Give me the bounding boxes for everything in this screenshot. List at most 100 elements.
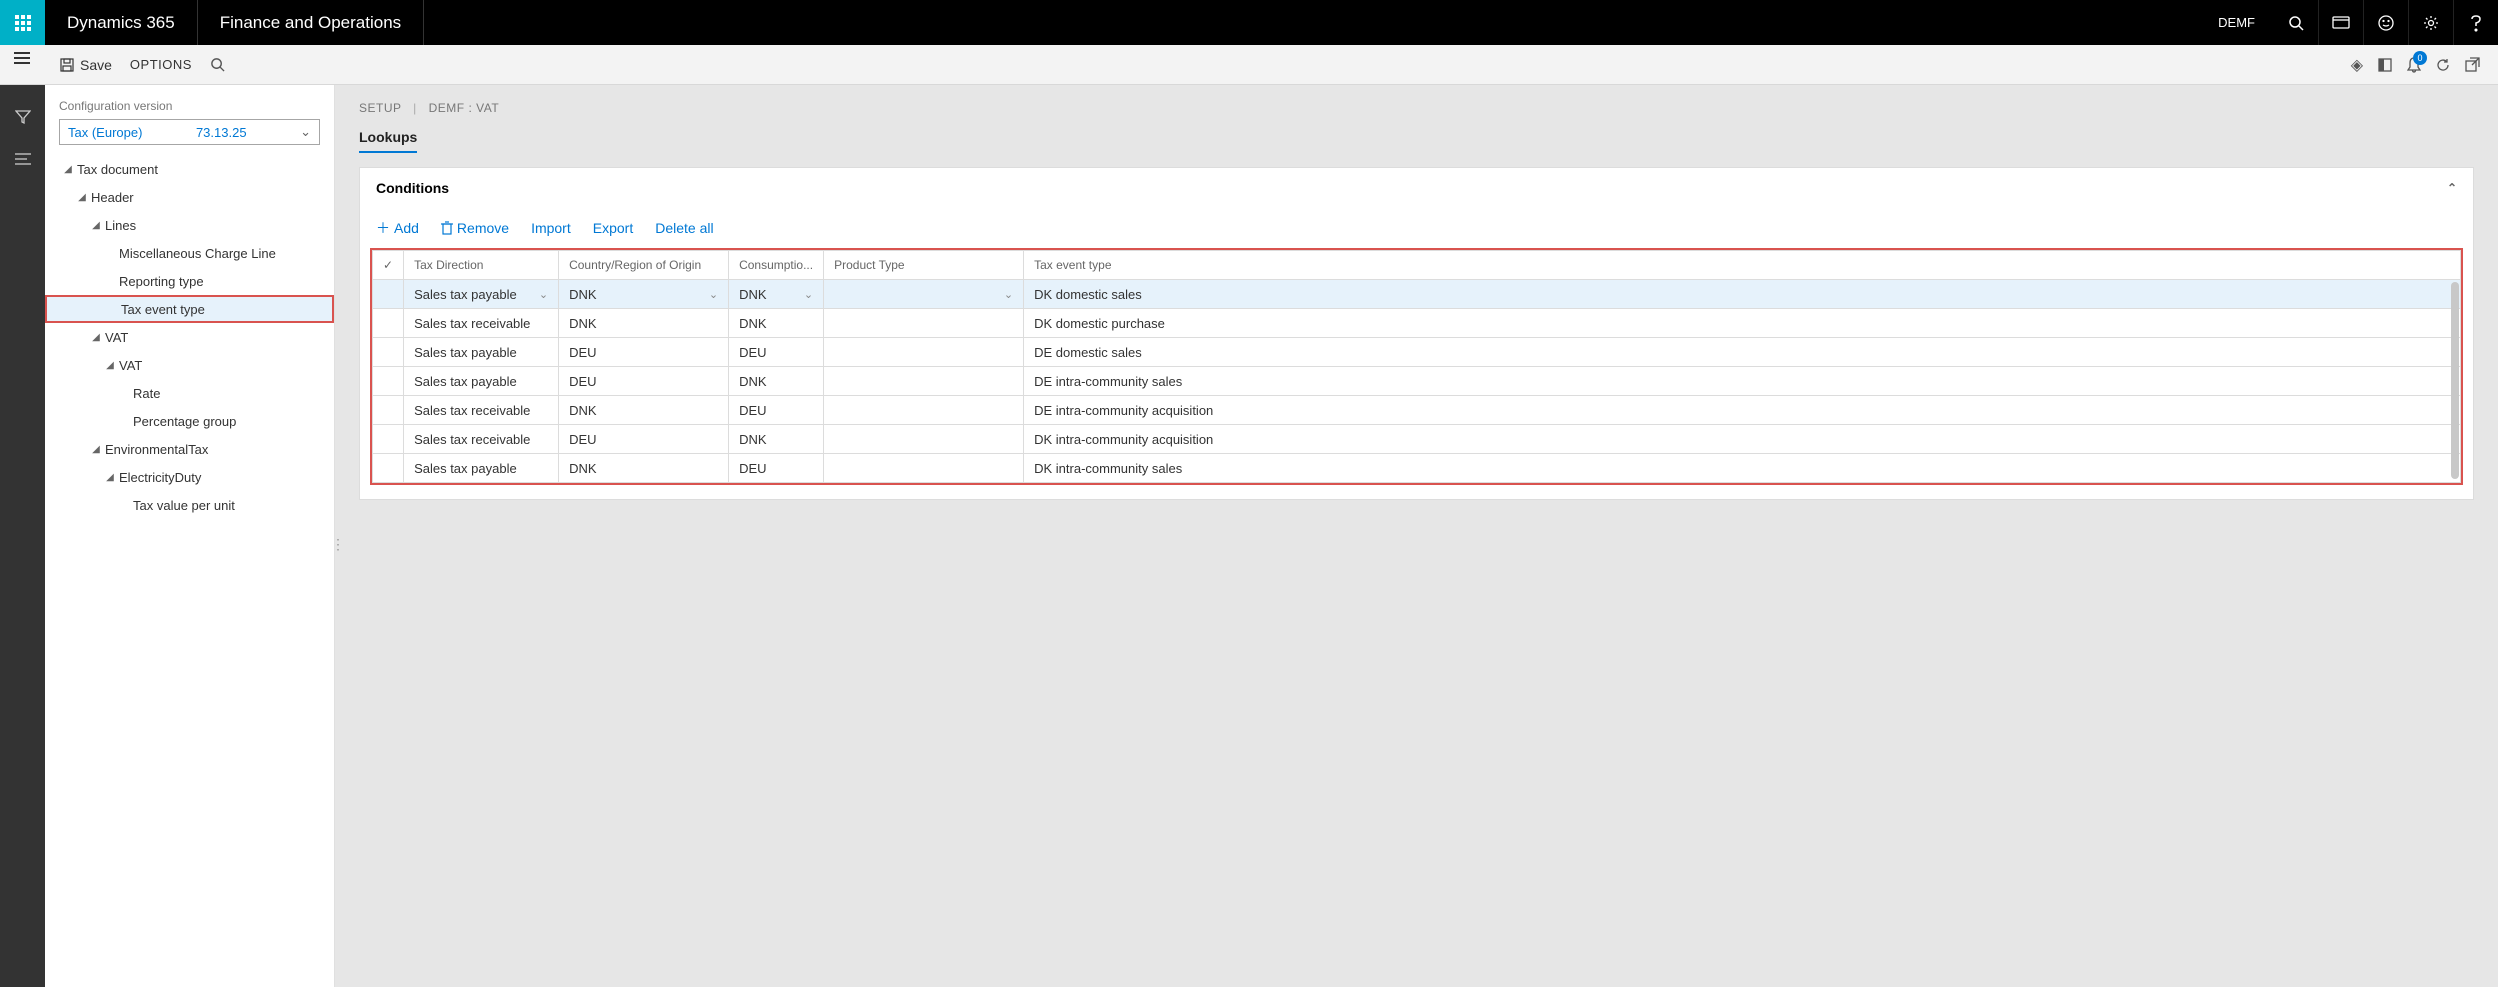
cell-consumption[interactable]: DEU	[729, 338, 824, 367]
breadcrumb: SETUP | DEMF : VAT	[335, 85, 2498, 115]
tree-tax-document[interactable]: ◢Tax document	[45, 155, 334, 183]
help-icon[interactable]	[2453, 0, 2498, 45]
task-recorder-icon[interactable]	[2318, 0, 2363, 45]
tree-header[interactable]: ◢Header	[45, 183, 334, 211]
cell-consumption[interactable]: DNK	[729, 367, 824, 396]
nav-toggle-button[interactable]	[14, 57, 30, 59]
col-consumption[interactable]: Consumptio...	[729, 251, 824, 280]
cell-country[interactable]: DNK	[559, 309, 729, 338]
col-product-type[interactable]: Product Type	[824, 251, 1024, 280]
row-selector[interactable]	[373, 367, 404, 396]
col-country[interactable]: Country/Region of Origin	[559, 251, 729, 280]
cell-consumption[interactable]: DNK⌄	[729, 280, 824, 309]
filter-icon[interactable]	[15, 109, 31, 125]
cell-product_type[interactable]	[824, 454, 1024, 483]
tree-pct-group[interactable]: Percentage group	[45, 407, 334, 435]
table-row[interactable]: Sales tax receivableDEUDNK DK intra-commu…	[373, 425, 2461, 454]
conditions-header[interactable]: Conditions ⌃	[360, 168, 2473, 208]
cell-product_type[interactable]	[824, 425, 1024, 454]
cell-tax_direction[interactable]: Sales tax receivable	[404, 425, 559, 454]
search-icon[interactable]	[2273, 0, 2318, 45]
row-selector[interactable]	[373, 338, 404, 367]
cell-product_type[interactable]: ⌄	[824, 280, 1024, 309]
tree-tax-event-type[interactable]: Tax event type	[45, 295, 334, 323]
cell-tax_direction[interactable]: Sales tax payable	[404, 367, 559, 396]
panel-resize-handle[interactable]: ⋮	[331, 536, 345, 553]
cell-consumption[interactable]: DEU	[729, 396, 824, 425]
cell-tax_direction[interactable]: Sales tax payable⌄	[404, 280, 559, 309]
tree-lines[interactable]: ◢Lines	[45, 211, 334, 239]
trash-icon	[441, 221, 453, 235]
delete-all-button[interactable]: Delete all	[655, 218, 713, 238]
col-tax-direction[interactable]: Tax Direction	[404, 251, 559, 280]
grid-scrollbar[interactable]	[2451, 282, 2459, 479]
app-launcher-button[interactable]	[0, 0, 45, 45]
cell-product_type[interactable]	[824, 396, 1024, 425]
tree-rate[interactable]: Rate	[45, 379, 334, 407]
table-row[interactable]: Sales tax payable⌄DNK⌄DNK⌄⌄DK domestic s…	[373, 280, 2461, 309]
table-row[interactable]: Sales tax payableDEUDNK DE intra-communit…	[373, 367, 2461, 396]
table-row[interactable]: Sales tax receivableDNKDEU DE intra-commu…	[373, 396, 2461, 425]
cell-consumption[interactable]: DNK	[729, 309, 824, 338]
select-all-header[interactable]: ✓	[373, 251, 404, 280]
row-selector[interactable]	[373, 396, 404, 425]
settings-icon[interactable]	[2408, 0, 2453, 45]
add-button[interactable]: ＋Add	[376, 218, 419, 238]
tree-misc-charge[interactable]: Miscellaneous Charge Line	[45, 239, 334, 267]
notifications-icon[interactable]: 0	[2407, 57, 2421, 73]
import-button[interactable]: Import	[531, 218, 571, 238]
cell-country[interactable]: DNK	[559, 454, 729, 483]
tab-lookups[interactable]: Lookups	[359, 129, 417, 153]
save-button[interactable]: Save	[60, 57, 112, 73]
cell-consumption[interactable]: DNK	[729, 425, 824, 454]
table-row[interactable]: Sales tax payableDEUDEUDE domestic sales	[373, 338, 2461, 367]
export-button[interactable]: Export	[593, 218, 633, 238]
tree-tax-per-unit[interactable]: Tax value per unit	[45, 491, 334, 519]
office-icon[interactable]	[2377, 57, 2393, 73]
cell-country[interactable]: DEU	[559, 425, 729, 454]
cell-tax_event[interactable]: DK domestic purchase	[1024, 309, 2461, 338]
row-selector[interactable]	[373, 425, 404, 454]
cell-product_type[interactable]	[824, 309, 1024, 338]
cell-tax_event[interactable]: DE domestic sales	[1024, 338, 2461, 367]
action-search-button[interactable]	[210, 57, 225, 72]
tree-electricity-duty[interactable]: ◢ElectricityDuty	[45, 463, 334, 491]
feedback-icon[interactable]	[2363, 0, 2408, 45]
cell-country[interactable]: DEU	[559, 367, 729, 396]
cell-tax_event[interactable]: DK intra-community sales	[1024, 454, 2461, 483]
cell-tax_direction[interactable]: Sales tax payable	[404, 338, 559, 367]
cell-product_type[interactable]	[824, 367, 1024, 396]
cell-tax_event[interactable]: DE intra-community sales	[1024, 367, 2461, 396]
cell-tax_direction[interactable]: Sales tax receivable	[404, 309, 559, 338]
table-row[interactable]: Sales tax receivableDNKDNKDK domestic pu…	[373, 309, 2461, 338]
tree-vat[interactable]: ◢VAT	[45, 323, 334, 351]
list-icon[interactable]	[15, 153, 31, 165]
cell-consumption[interactable]: DEU	[729, 454, 824, 483]
attachments-icon[interactable]: ◈	[2351, 55, 2363, 75]
row-selector[interactable]	[373, 309, 404, 338]
workspace: Configuration version Tax (Europe) 73.13…	[45, 85, 2498, 987]
options-button[interactable]: OPTIONS	[130, 57, 192, 72]
cell-tax_event[interactable]: DE intra-community acquisition	[1024, 396, 2461, 425]
remove-button[interactable]: Remove	[441, 218, 509, 238]
cell-product_type[interactable]	[824, 338, 1024, 367]
cell-tax_direction[interactable]: Sales tax payable	[404, 454, 559, 483]
cell-country[interactable]: DNK⌄	[559, 280, 729, 309]
tree-environmental-tax[interactable]: ◢EnvironmentalTax	[45, 435, 334, 463]
table-row[interactable]: Sales tax payableDNKDEU DK intra-communit…	[373, 454, 2461, 483]
grid-table: ✓ Tax Direction Country/Region of Origin…	[372, 250, 2461, 483]
config-version-select[interactable]: Tax (Europe) 73.13.25 ⌄	[59, 119, 320, 145]
tree-vat-sub[interactable]: ◢VAT	[45, 351, 334, 379]
col-tax-event[interactable]: Tax event type	[1024, 251, 2461, 280]
cell-tax_direction[interactable]: Sales tax receivable	[404, 396, 559, 425]
refresh-icon[interactable]	[2435, 57, 2451, 73]
tree-reporting-type[interactable]: Reporting type	[45, 267, 334, 295]
cell-country[interactable]: DNK	[559, 396, 729, 425]
company-picker[interactable]: DEMF	[2200, 15, 2273, 30]
cell-tax_event[interactable]: DK domestic sales	[1024, 280, 2461, 309]
cell-tax_event[interactable]: DK intra-community acquisition	[1024, 425, 2461, 454]
popout-icon[interactable]	[2465, 57, 2480, 72]
cell-country[interactable]: DEU	[559, 338, 729, 367]
row-selector[interactable]	[373, 280, 404, 309]
row-selector[interactable]	[373, 454, 404, 483]
